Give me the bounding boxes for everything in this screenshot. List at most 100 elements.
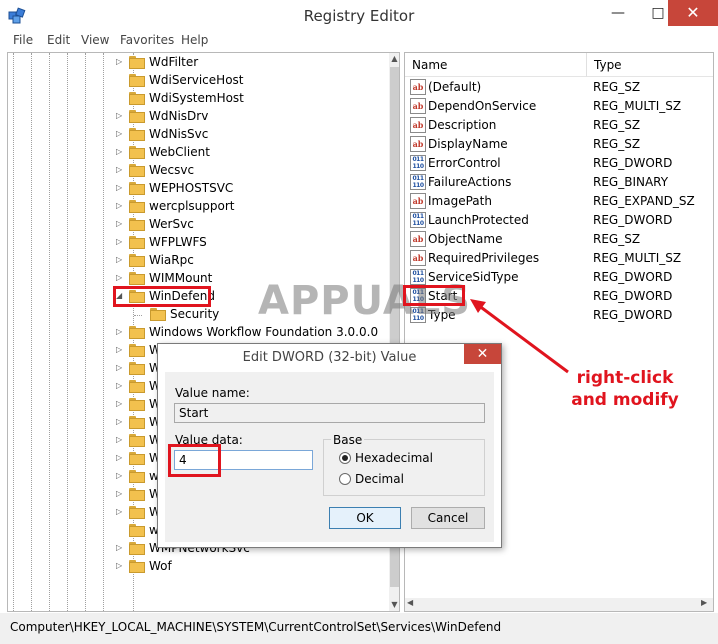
tree-expander-icon[interactable]: ▷ (116, 147, 122, 156)
decimal-radio[interactable] (339, 473, 351, 485)
ok-button[interactable]: OK (329, 507, 401, 529)
tree-item[interactable]: ▷ wercplsupport (8, 198, 388, 216)
menu-file[interactable]: File (13, 33, 33, 47)
tree-expander-icon[interactable]: ▷ (116, 129, 122, 138)
folder-icon (129, 326, 145, 339)
tree-item-label[interactable]: WiaRpc (149, 253, 194, 267)
value-row[interactable]: ab RequiredPrivileges REG_MULTI_SZ (405, 249, 713, 268)
scroll-up-icon[interactable]: ▲ (389, 53, 399, 65)
hexadecimal-radio[interactable] (339, 452, 351, 464)
hexadecimal-label[interactable]: Hexadecimal (355, 451, 433, 465)
value-name[interactable]: DependOnService (428, 99, 536, 113)
tree-expander-icon[interactable]: ▷ (116, 57, 122, 66)
tree-item[interactable]: ▷ WiaRpc (8, 252, 388, 270)
tree-expander-icon[interactable]: ▷ (116, 399, 122, 408)
value-row[interactable]: ab Description REG_SZ (405, 116, 713, 135)
value-name[interactable]: DisplayName (428, 137, 508, 151)
tree-expander-icon[interactable]: ▷ (116, 237, 122, 246)
menu-view[interactable]: View (81, 33, 109, 47)
tree-expander-icon[interactable]: ▷ (116, 453, 122, 462)
tree-item-label[interactable]: wercplsupport (149, 199, 235, 213)
tree-expander-icon[interactable]: ▷ (116, 507, 122, 516)
tree-item[interactable]: ▷ WdNisSvc (8, 126, 388, 144)
tree-expander-icon[interactable]: ▷ (116, 489, 122, 498)
value-row[interactable]: 011 110 LaunchProtected REG_DWORD (405, 211, 713, 230)
value-name[interactable]: FailureActions (428, 175, 511, 189)
tree-expander-icon[interactable]: ▷ (116, 471, 122, 480)
tree-item-label[interactable]: WdiSystemHost (149, 91, 244, 105)
tree-item[interactable]: Security (8, 306, 388, 324)
tree-item[interactable]: ▷ WerSvc (8, 216, 388, 234)
tree-item-label[interactable]: WerSvc (149, 217, 194, 231)
tree-expander-icon[interactable]: ▷ (116, 345, 122, 354)
menu-help[interactable]: Help (181, 33, 208, 47)
value-row[interactable]: ab ObjectName REG_SZ (405, 230, 713, 249)
value-row[interactable]: 011 110 FailureActions REG_BINARY (405, 173, 713, 192)
tree-item-label[interactable]: Wof (149, 559, 172, 573)
tree-item[interactable]: ▷ WFPLWFS (8, 234, 388, 252)
tree-item-label[interactable]: WdFilter (149, 55, 198, 69)
tree-expander-icon[interactable]: ▷ (116, 111, 122, 120)
menu-favorites[interactable]: Favorites (120, 33, 174, 47)
tree-expander-icon[interactable]: ▷ (116, 165, 122, 174)
tree-item-label[interactable]: WFPLWFS (149, 235, 207, 249)
tree-expander-icon[interactable]: ▷ (116, 435, 122, 444)
column-header-type[interactable]: Type (587, 53, 713, 77)
tree-expander-icon[interactable]: ▷ (116, 363, 122, 372)
close-button[interactable]: ✕ (668, 0, 718, 26)
minimize-button[interactable]: — (598, 0, 638, 26)
decimal-label[interactable]: Decimal (355, 472, 404, 486)
dialog-close-button[interactable]: ✕ (464, 344, 501, 364)
scroll-down-icon[interactable]: ▼ (389, 599, 399, 611)
tree-item[interactable]: ▷ WebClient (8, 144, 388, 162)
value-row[interactable]: ab DisplayName REG_SZ (405, 135, 713, 154)
tree-item[interactable]: ▷ WdFilter (8, 54, 388, 72)
tree-expander-icon[interactable]: ▷ (116, 273, 122, 282)
list-horizontal-scrollbar[interactable]: ◀ ▶ (405, 598, 713, 611)
tree-item-label[interactable]: Security (170, 307, 219, 321)
value-name[interactable]: ObjectName (428, 232, 502, 246)
tree-item[interactable]: ▷ Windows Workflow Foundation 3.0.0.0 (8, 324, 388, 342)
value-name[interactable]: ServiceSidType (428, 270, 518, 284)
tree-item-label[interactable]: Wecsvc (149, 163, 194, 177)
tree-item-label[interactable]: WdNisDrv (149, 109, 208, 123)
value-name[interactable]: (Default) (428, 80, 481, 94)
scroll-right-icon[interactable]: ▶ (701, 598, 707, 607)
tree-item-label[interactable]: WdNisSvc (149, 127, 208, 141)
tree-expander-icon[interactable]: ▷ (116, 219, 122, 228)
value-name[interactable]: ImagePath (428, 194, 492, 208)
tree-item[interactable]: ▷ Wecsvc (8, 162, 388, 180)
value-name[interactable]: Type (428, 308, 456, 322)
value-name[interactable]: Description (428, 118, 496, 132)
tree-expander-icon[interactable]: ▷ (116, 201, 122, 210)
value-name[interactable]: ErrorControl (428, 156, 501, 170)
tree-expander-icon[interactable]: ▷ (116, 417, 122, 426)
tree-expander-icon[interactable]: ▷ (116, 327, 122, 336)
tree-expander-icon[interactable]: ▷ (116, 381, 122, 390)
tree-item[interactable]: ▷ WdNisDrv (8, 108, 388, 126)
tree-item-label[interactable]: WebClient (149, 145, 210, 159)
tree-item[interactable]: ▷ WEPHOSTSVC (8, 180, 388, 198)
menu-edit[interactable]: Edit (47, 33, 70, 47)
tree-expander-icon[interactable]: ▷ (116, 543, 122, 552)
tree-expander-icon[interactable]: ▷ (116, 183, 122, 192)
value-name[interactable]: LaunchProtected (428, 213, 529, 227)
value-row[interactable]: ab (Default) REG_SZ (405, 78, 713, 97)
value-row[interactable]: ab DependOnService REG_MULTI_SZ (405, 97, 713, 116)
cancel-button[interactable]: Cancel (411, 507, 485, 529)
scroll-left-icon[interactable]: ◀ (407, 598, 413, 607)
tree-item[interactable]: ▷ Wof (8, 558, 388, 576)
tree-item-label[interactable]: WEPHOSTSVC (149, 181, 233, 195)
value-row[interactable]: 011 110 ErrorControl REG_DWORD (405, 154, 713, 173)
tree-expander-icon[interactable]: ▷ (116, 561, 122, 570)
value-row[interactable]: 011 110 Type REG_DWORD (405, 306, 713, 325)
value-name[interactable]: RequiredPrivileges (428, 251, 539, 265)
value-row[interactable]: ab ImagePath REG_EXPAND_SZ (405, 192, 713, 211)
tree-expander-icon[interactable]: ▷ (116, 255, 122, 264)
tree-item-label[interactable]: Windows Workflow Foundation 3.0.0.0 (149, 325, 378, 339)
tree-item[interactable]: WdiServiceHost (8, 72, 388, 90)
tree-item[interactable]: WdiSystemHost (8, 90, 388, 108)
tree-item-label[interactable]: WIMMount (149, 271, 212, 285)
column-header-name[interactable]: Name (405, 53, 587, 77)
tree-item-label[interactable]: WdiServiceHost (149, 73, 244, 87)
